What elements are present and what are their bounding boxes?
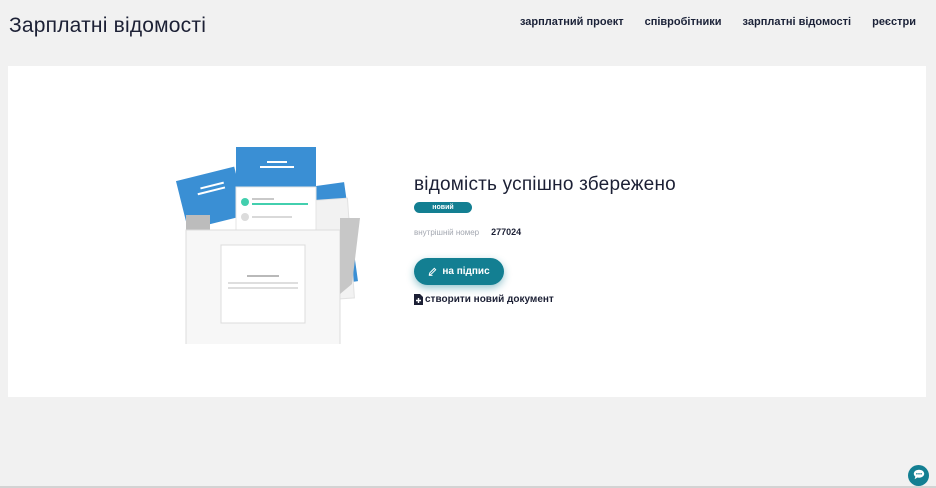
document-plus-icon bbox=[414, 294, 423, 305]
send-to-sign-label: на підпис bbox=[442, 266, 490, 277]
nav-item-employees[interactable]: співробітники bbox=[645, 16, 722, 28]
pen-icon bbox=[428, 267, 437, 276]
chat-icon bbox=[913, 467, 925, 485]
result-card: відомість успішно збережено новий внутрі… bbox=[8, 66, 926, 397]
nav-item-salary-statements[interactable]: зарплатні відомості bbox=[743, 16, 852, 28]
chat-button[interactable] bbox=[908, 465, 929, 486]
create-new-document-link[interactable]: створити новий документ bbox=[414, 294, 676, 305]
page-title: Зарплатні відомості bbox=[9, 14, 207, 37]
internal-number-label: внутрішній номер bbox=[414, 227, 480, 237]
send-to-sign-button[interactable]: на підпис bbox=[414, 258, 504, 285]
nav-item-salary-project[interactable]: зарплатний проект bbox=[520, 16, 624, 28]
header: Зарплатні відомості зарплатний проект сп… bbox=[0, 0, 936, 60]
internal-number-row: внутрішній номер 277024 bbox=[414, 227, 676, 237]
top-nav: зарплатний проект співробітники зарплатн… bbox=[499, 16, 916, 28]
internal-number-value: 277024 bbox=[491, 227, 522, 237]
create-new-document-label: створити новий документ bbox=[425, 294, 554, 305]
result-content: відомість успішно збережено новий внутрі… bbox=[414, 174, 676, 305]
success-message: відомість успішно збережено bbox=[414, 174, 676, 195]
status-badge: новий bbox=[414, 202, 472, 213]
documents-illustration bbox=[175, 147, 360, 344]
nav-item-registers[interactable]: реєстри bbox=[872, 16, 916, 28]
